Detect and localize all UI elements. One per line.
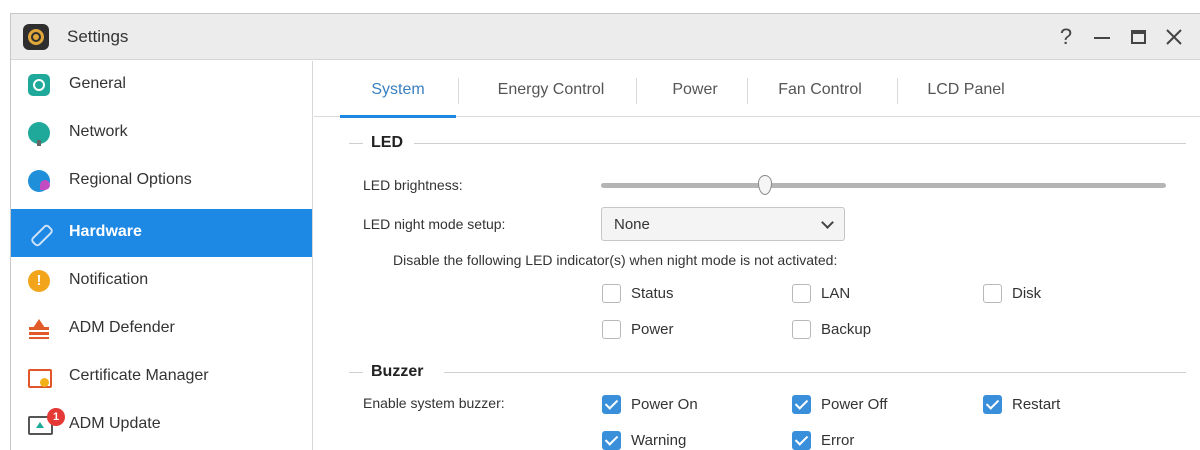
led-night-mode-label: LED night mode setup: xyxy=(363,216,506,232)
general-icon xyxy=(28,74,50,96)
notification-icon: ! xyxy=(28,270,50,292)
disk-led-checkbox[interactable] xyxy=(983,284,1002,303)
lan-led-checkbox[interactable] xyxy=(792,284,811,303)
buzzer-power-off-label: Power Off xyxy=(821,396,888,413)
minimize-icon xyxy=(1094,37,1110,39)
tab-separator xyxy=(458,78,459,104)
section-divider xyxy=(414,143,1186,144)
sidebar-item-label: Network xyxy=(69,123,128,140)
tab-separator xyxy=(636,78,637,104)
sidebar: General Network Regional Options Hardwar… xyxy=(11,61,313,450)
close-icon xyxy=(1166,29,1182,45)
settings-window: Settings ? General Network Regional Opti… xyxy=(10,13,1200,450)
buzzer-error-checkbox[interactable] xyxy=(792,431,811,450)
tab-fan-control[interactable]: Fan Control xyxy=(756,61,884,117)
led-brightness-slider-handle[interactable] xyxy=(757,175,772,195)
sidebar-item-label: Regional Options xyxy=(69,171,192,188)
tab-power[interactable]: Power xyxy=(644,61,746,117)
led-disable-description: Disable the following LED indicator(s) w… xyxy=(393,252,838,268)
tab-separator xyxy=(897,78,898,104)
tab-bar: System Energy Control Power Fan Control … xyxy=(314,61,1200,118)
tab-energy-control[interactable]: Energy Control xyxy=(466,61,636,117)
title-bar: Settings ? xyxy=(11,14,1200,60)
tab-system[interactable]: System xyxy=(340,61,456,118)
buzzer-warning-label: Warning xyxy=(631,432,687,449)
led-section-title: LED xyxy=(371,134,403,151)
buzzer-section-title: Buzzer xyxy=(371,363,424,380)
sidebar-item-general[interactable]: General xyxy=(11,61,312,109)
power-led-label: Power xyxy=(631,321,674,338)
led-night-mode-value: None xyxy=(614,216,650,233)
hardware-icon xyxy=(28,222,50,244)
led-night-mode-select[interactable]: None xyxy=(601,207,845,241)
maximize-button[interactable] xyxy=(1123,22,1153,52)
sidebar-item-notification[interactable]: ! Notification xyxy=(11,257,312,305)
buzzer-power-on-label: Power On xyxy=(631,396,698,413)
sidebar-item-adm-defender[interactable]: ADM Defender xyxy=(11,305,312,353)
section-divider xyxy=(349,143,363,144)
network-icon xyxy=(28,122,50,146)
disk-led-label: Disk xyxy=(1012,285,1042,302)
minimize-button[interactable] xyxy=(1087,22,1117,52)
sidebar-item-certificate-manager[interactable]: Certificate Manager xyxy=(11,353,312,401)
led-brightness-label: LED brightness: xyxy=(363,177,463,193)
main-panel: System Energy Control Power Fan Control … xyxy=(314,61,1200,450)
sidebar-item-network[interactable]: Network xyxy=(11,109,312,157)
window-title: Settings xyxy=(67,27,129,46)
chevron-down-icon xyxy=(821,216,834,229)
maximize-icon xyxy=(1131,30,1146,44)
sidebar-item-label: Hardware xyxy=(69,223,142,240)
buzzer-power-off-checkbox[interactable] xyxy=(792,395,811,414)
sidebar-item-adm-update[interactable]: 1 ADM Update xyxy=(11,401,312,449)
status-led-label: Status xyxy=(631,285,674,302)
sidebar-item-label: Certificate Manager xyxy=(69,367,209,384)
buzzer-power-on-checkbox[interactable] xyxy=(602,395,621,414)
buzzer-enable-label: Enable system buzzer: xyxy=(363,395,505,411)
help-button[interactable]: ? xyxy=(1051,22,1081,52)
backup-led-checkbox[interactable] xyxy=(792,320,811,339)
adm-defender-icon xyxy=(28,318,50,340)
status-led-checkbox[interactable] xyxy=(602,284,621,303)
sidebar-item-label: ADM Defender xyxy=(69,319,175,336)
lan-led-label: LAN xyxy=(821,285,851,302)
regional-options-icon xyxy=(28,170,50,192)
close-button[interactable] xyxy=(1159,22,1189,52)
backup-led-label: Backup xyxy=(821,321,872,338)
buzzer-warning-checkbox[interactable] xyxy=(602,431,621,450)
sidebar-item-regional-options[interactable]: Regional Options xyxy=(11,157,312,205)
section-divider xyxy=(444,372,1186,373)
buzzer-error-label: Error xyxy=(821,432,855,449)
led-brightness-slider[interactable] xyxy=(601,183,1166,188)
certificate-icon xyxy=(28,366,52,388)
update-count-badge: 1 xyxy=(47,408,65,426)
power-led-checkbox[interactable] xyxy=(602,320,621,339)
buzzer-restart-checkbox[interactable] xyxy=(983,395,1002,414)
sidebar-item-label: General xyxy=(69,75,126,92)
tab-separator xyxy=(747,78,748,104)
sidebar-item-label: Notification xyxy=(69,271,149,288)
buzzer-restart-label: Restart xyxy=(1012,396,1061,413)
settings-app-icon xyxy=(23,24,49,50)
tab-lcd-panel[interactable]: LCD Panel xyxy=(906,61,1026,117)
sidebar-item-label: ADM Update xyxy=(69,415,161,432)
section-divider xyxy=(349,372,363,373)
sidebar-item-hardware[interactable]: Hardware xyxy=(11,209,312,257)
